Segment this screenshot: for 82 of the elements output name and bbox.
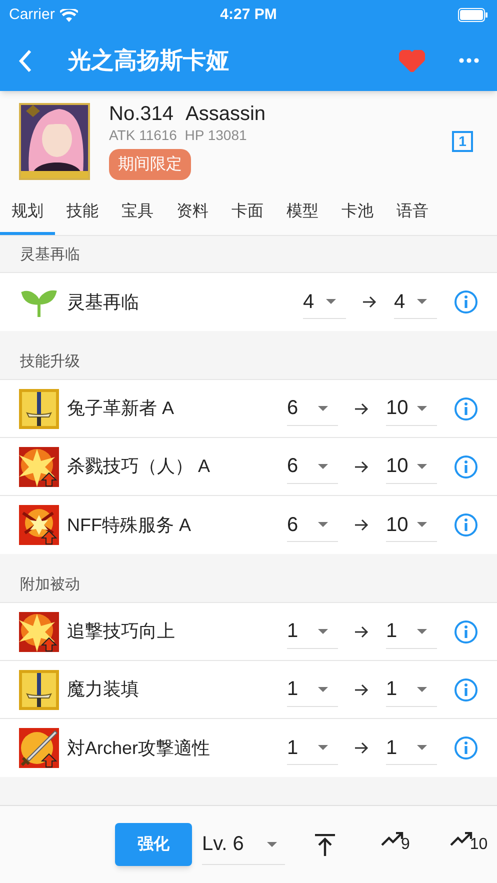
arrow-right-icon — [355, 742, 369, 754]
upload-to-top-icon[interactable] — [315, 834, 335, 856]
info-icon[interactable] — [454, 454, 478, 478]
plan-level-label: 9 — [401, 835, 410, 855]
sword-skill-icon — [19, 670, 59, 710]
caret-icon — [326, 299, 336, 304]
tab[interactable]: 语音 — [385, 191, 440, 235]
info-icon[interactable] — [454, 678, 478, 702]
tab[interactable]: 资料 — [165, 191, 220, 235]
level-dropdown[interactable]: 1 — [287, 731, 338, 765]
page-title: 光之高扬斯卡娅 — [68, 46, 230, 76]
info-icon[interactable] — [454, 736, 478, 760]
limited-tag: 期间限定 — [109, 149, 191, 180]
level-dropdown[interactable]: 1 — [386, 614, 437, 648]
level-dropdown[interactable]: 6 — [287, 392, 338, 426]
more-icon[interactable] — [459, 58, 479, 63]
clock-label: 4:27 PM — [220, 4, 277, 25]
caret-icon — [318, 464, 328, 468]
sword-skill-icon — [19, 388, 59, 428]
caret-icon — [318, 686, 328, 692]
clash-skill-icon — [19, 505, 59, 545]
level-dropdown[interactable]: 6 — [287, 508, 338, 542]
level-dropdown[interactable]: 4 — [394, 285, 437, 319]
item-name: 魔力装填 — [67, 678, 140, 701]
tab[interactable]: 宝具 — [110, 191, 165, 235]
servant-stats: ATK 11616 HP 13081 — [109, 126, 248, 144]
caret-icon — [318, 406, 328, 410]
item-name: 追撃技巧向上 — [67, 620, 176, 643]
servant-class: Assassin — [186, 102, 266, 126]
caret-icon — [417, 686, 427, 692]
arrow-right-icon — [355, 519, 369, 531]
caret-icon — [417, 628, 427, 634]
level-dropdown[interactable]: 10 — [386, 450, 437, 484]
level-dropdown[interactable]: Lv. 6 — [202, 824, 285, 864]
burst-skill-icon — [19, 446, 59, 486]
tab[interactable]: 卡池 — [330, 191, 385, 235]
section-header: 灵基再临 — [20, 244, 80, 264]
blade-skill-icon — [19, 728, 59, 768]
servant-number: No.314 — [109, 102, 174, 126]
level-dropdown[interactable]: 1 — [386, 731, 437, 765]
level-dropdown[interactable]: 4 — [303, 285, 346, 319]
caret-icon — [318, 745, 328, 750]
arrow-right-icon — [355, 402, 369, 414]
level-dropdown[interactable]: 1 — [287, 672, 338, 706]
tab[interactable]: 规划 — [0, 191, 55, 235]
caret-icon — [417, 464, 427, 468]
arrow-right-icon — [355, 684, 369, 696]
carrier-label: Carrier — [9, 4, 55, 25]
item-name: 兔子革新者 A — [67, 397, 176, 420]
item-name: 灵基再临 — [67, 290, 140, 314]
tab[interactable]: 卡面 — [220, 191, 275, 235]
wifi-icon — [60, 8, 78, 22]
tab[interactable]: 模型 — [275, 191, 330, 235]
item-name: 杀戮技巧（人） A — [67, 455, 212, 478]
level-dropdown[interactable]: 1 — [287, 614, 338, 648]
plan-level-label: 10 — [470, 835, 488, 855]
caret-icon — [267, 842, 277, 846]
section-header: 技能升级 — [20, 352, 80, 372]
caret-icon — [417, 299, 427, 304]
arrow-right-icon — [363, 296, 377, 308]
arrow-right-icon — [355, 626, 369, 638]
tab[interactable]: 技能 — [55, 191, 110, 235]
info-icon[interactable] — [454, 290, 478, 314]
section-header: 附加被动 — [20, 574, 80, 594]
info-icon[interactable] — [454, 513, 478, 537]
item-name: 対Archer攻撃適性 — [67, 736, 212, 760]
info-icon[interactable] — [454, 620, 478, 644]
level-dropdown[interactable]: 6 — [287, 450, 338, 484]
arrow-right-icon — [355, 460, 369, 472]
level-dropdown[interactable]: 1 — [386, 672, 437, 706]
item-name: NFF特殊服务 A — [67, 514, 192, 536]
caret-icon — [318, 522, 328, 527]
caret-icon — [417, 522, 427, 527]
level-dropdown[interactable]: 10 — [386, 508, 437, 542]
battery-icon — [458, 8, 488, 22]
info-icon[interactable] — [454, 396, 478, 420]
level-dropdown[interactable]: 10 — [386, 392, 437, 426]
back-icon[interactable] — [18, 48, 32, 72]
caret-icon — [417, 406, 427, 410]
burst-skill-icon — [19, 612, 59, 652]
caret-icon — [417, 745, 427, 750]
caret-icon — [318, 628, 328, 634]
